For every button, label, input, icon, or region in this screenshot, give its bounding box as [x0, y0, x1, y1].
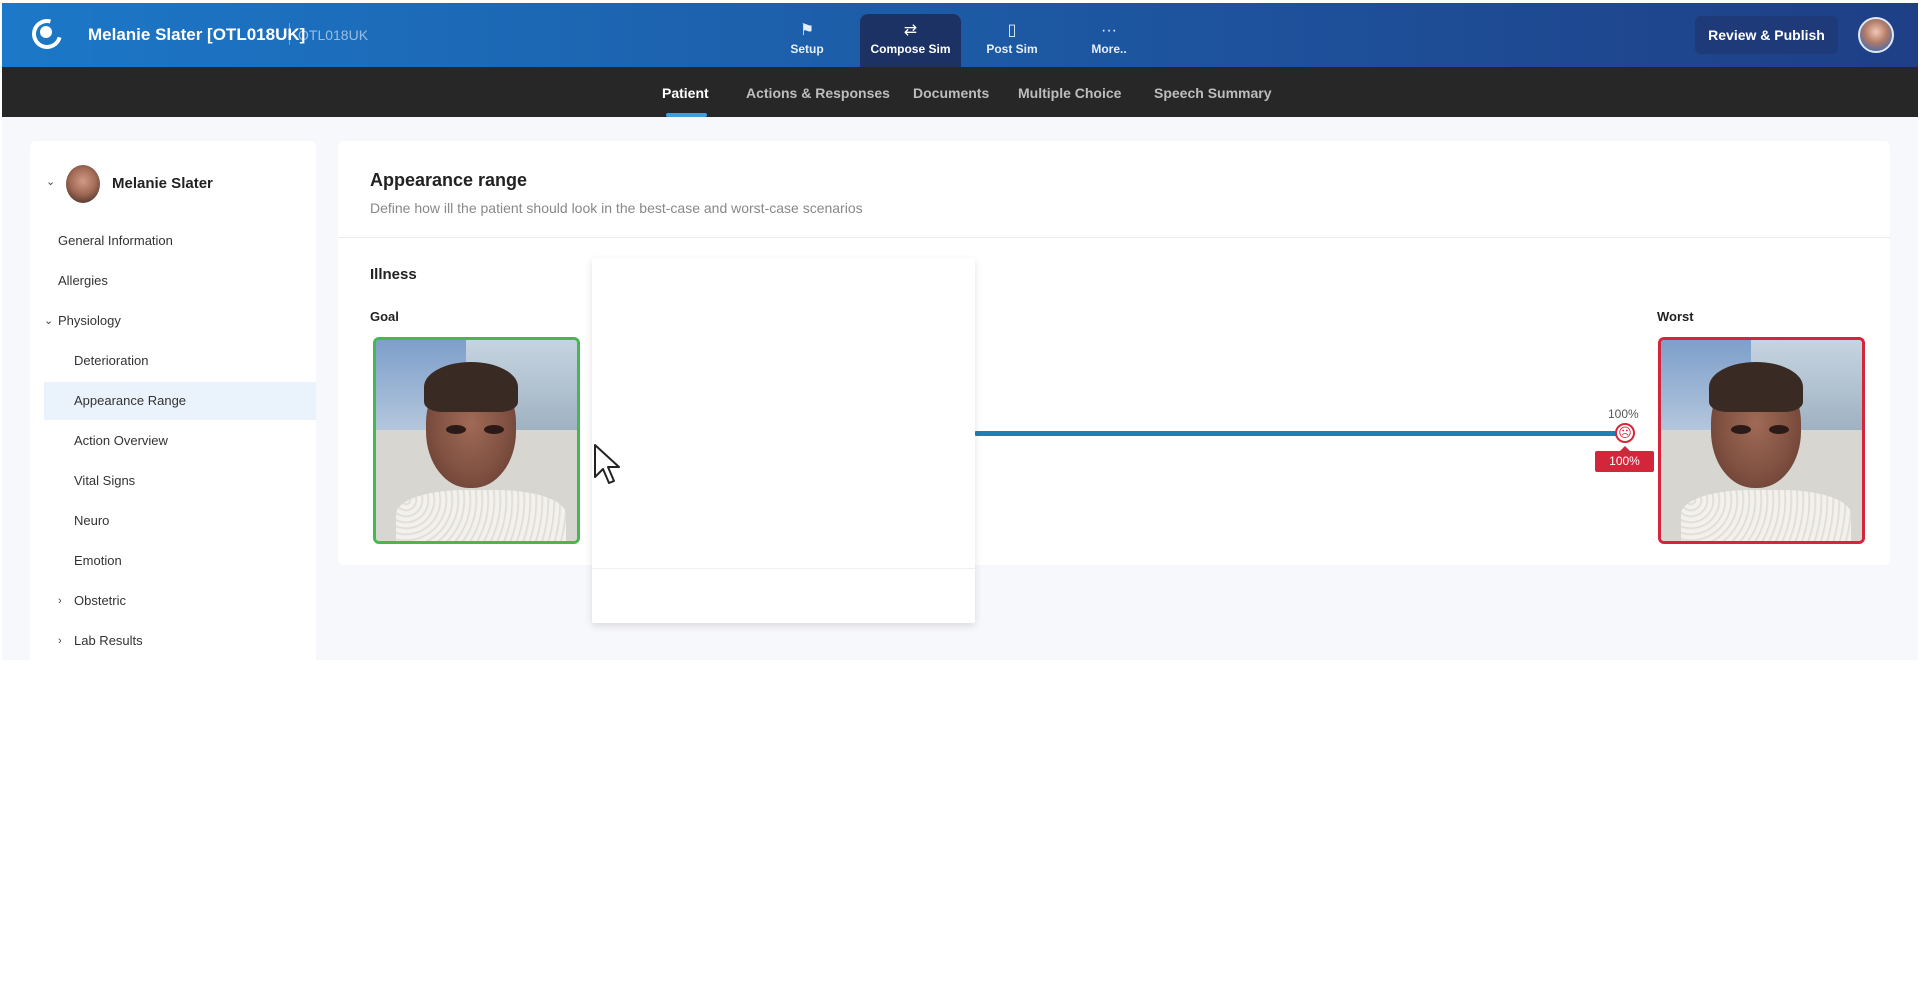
- clipboard-icon: ▯: [1007, 22, 1017, 39]
- slider-max-handle[interactable]: ☹: [1615, 423, 1635, 443]
- sidebar-item-allergies[interactable]: Allergies: [44, 262, 316, 300]
- worst-label: Worst: [1657, 309, 1694, 324]
- patient-name: Melanie Slater: [112, 175, 213, 192]
- chevron-right-icon: ›: [58, 635, 62, 647]
- popup-panel: [592, 258, 975, 623]
- chevron-down-icon: ⌄: [44, 315, 54, 327]
- slider-max-label: 100%: [1608, 407, 1639, 421]
- sidebar-item-label: General Information: [58, 233, 173, 248]
- flag-icon: ⚑: [799, 22, 815, 39]
- sub-nav: Patient Actions & Responses Documents Mu…: [2, 67, 1918, 117]
- sidebar-item-neuro[interactable]: Neuro: [44, 502, 316, 540]
- sidebar-item-label: Neuro: [74, 513, 110, 528]
- app-window: Melanie Slater [OTL018UK] OTL018UK ⚑ Set…: [2, 3, 1918, 660]
- nav-tab-label: Setup: [790, 42, 824, 56]
- appearance-range-card: Appearance range Define how ill the pati…: [338, 141, 1890, 565]
- slider-track[interactable]: [974, 431, 1624, 436]
- user-avatar[interactable]: [1858, 17, 1894, 53]
- nav-tab-label: More..: [1091, 42, 1127, 56]
- sidebar-item-deterioration[interactable]: Deterioration: [44, 342, 316, 380]
- tab-multiple-choice[interactable]: Multiple Choice: [1018, 85, 1121, 101]
- chevron-right-icon: ›: [58, 595, 62, 607]
- sidebar-item-label: Appearance Range: [74, 393, 187, 408]
- sidebar-item-vital-signs[interactable]: Vital Signs: [44, 462, 316, 500]
- page-subtitle: Define how ill the patient should look i…: [370, 200, 863, 216]
- title-separator: [289, 23, 290, 45]
- nav-tab-post-sim[interactable]: ▯ Post Sim: [972, 14, 1052, 67]
- tab-actions-responses[interactable]: Actions & Responses: [746, 85, 890, 101]
- nav-tab-more[interactable]: ··· More..: [1074, 14, 1144, 67]
- compose-icon: ⇄: [903, 22, 918, 39]
- divider: [338, 237, 1890, 238]
- tab-patient[interactable]: Patient: [662, 85, 709, 101]
- nav-tab-setup[interactable]: ⚑ Setup: [772, 14, 842, 67]
- active-tab-indicator: [666, 113, 707, 117]
- sidebar-item-label: Deterioration: [74, 353, 149, 368]
- tab-documents[interactable]: Documents: [913, 85, 989, 101]
- sidebar-item-action-overview[interactable]: Action Overview: [44, 422, 316, 460]
- nav-tab-label: Compose Sim: [870, 42, 951, 56]
- sidebar-item-general-information[interactable]: General Information: [44, 222, 316, 260]
- sidebar-item-label: Vital Signs: [74, 473, 136, 488]
- sidebar-item-label: Allergies: [58, 273, 108, 288]
- review-publish-button[interactable]: Review & Publish: [1695, 16, 1838, 54]
- goal-label: Goal: [370, 309, 399, 324]
- case-title: Melanie Slater [OTL018UK]: [88, 25, 306, 44]
- patient-header[interactable]: ⌄ Melanie Slater: [30, 161, 316, 205]
- sidebar-item-obstetric[interactable]: › Obstetric: [44, 582, 316, 620]
- more-icon: ···: [1101, 22, 1117, 39]
- goal-appearance-image: [373, 337, 580, 544]
- sidebar-item-label: Action Overview: [74, 433, 168, 448]
- sidebar: ⌄ Melanie Slater General Information All…: [30, 141, 316, 660]
- page-title: Appearance range: [370, 170, 528, 190]
- worst-appearance-image: [1658, 337, 1865, 544]
- section-label: Illness: [370, 266, 417, 283]
- patient-avatar: [66, 165, 100, 203]
- sidebar-item-label: Obstetric: [74, 593, 127, 608]
- app-logo-dot: [40, 26, 52, 38]
- sidebar-item-emotion[interactable]: Emotion: [44, 542, 316, 580]
- sidebar-item-label: Physiology: [58, 313, 121, 328]
- nav-tab-compose-sim[interactable]: ⇄ Compose Sim: [860, 14, 961, 67]
- sidebar-item-physiology[interactable]: ⌄ Physiology: [44, 302, 316, 340]
- sidebar-item-lab-results[interactable]: › Lab Results: [44, 622, 316, 660]
- nav-tab-label: Post Sim: [986, 42, 1038, 56]
- sidebar-item-label: Emotion: [74, 553, 122, 568]
- slider-value-badge: 100%: [1595, 446, 1654, 472]
- chevron-down-icon[interactable]: ⌄: [46, 175, 55, 188]
- mouse-cursor-icon: [594, 444, 620, 484]
- sidebar-item-appearance-range[interactable]: Appearance Range: [44, 382, 316, 420]
- sad-face-icon: ☹: [1618, 425, 1632, 440]
- top-bar: Melanie Slater [OTL018UK] OTL018UK ⚑ Set…: [2, 3, 1918, 67]
- case-code: OTL018UK: [298, 27, 369, 43]
- tab-speech-summary[interactable]: Speech Summary: [1154, 85, 1272, 101]
- sidebar-item-label: Lab Results: [74, 633, 143, 648]
